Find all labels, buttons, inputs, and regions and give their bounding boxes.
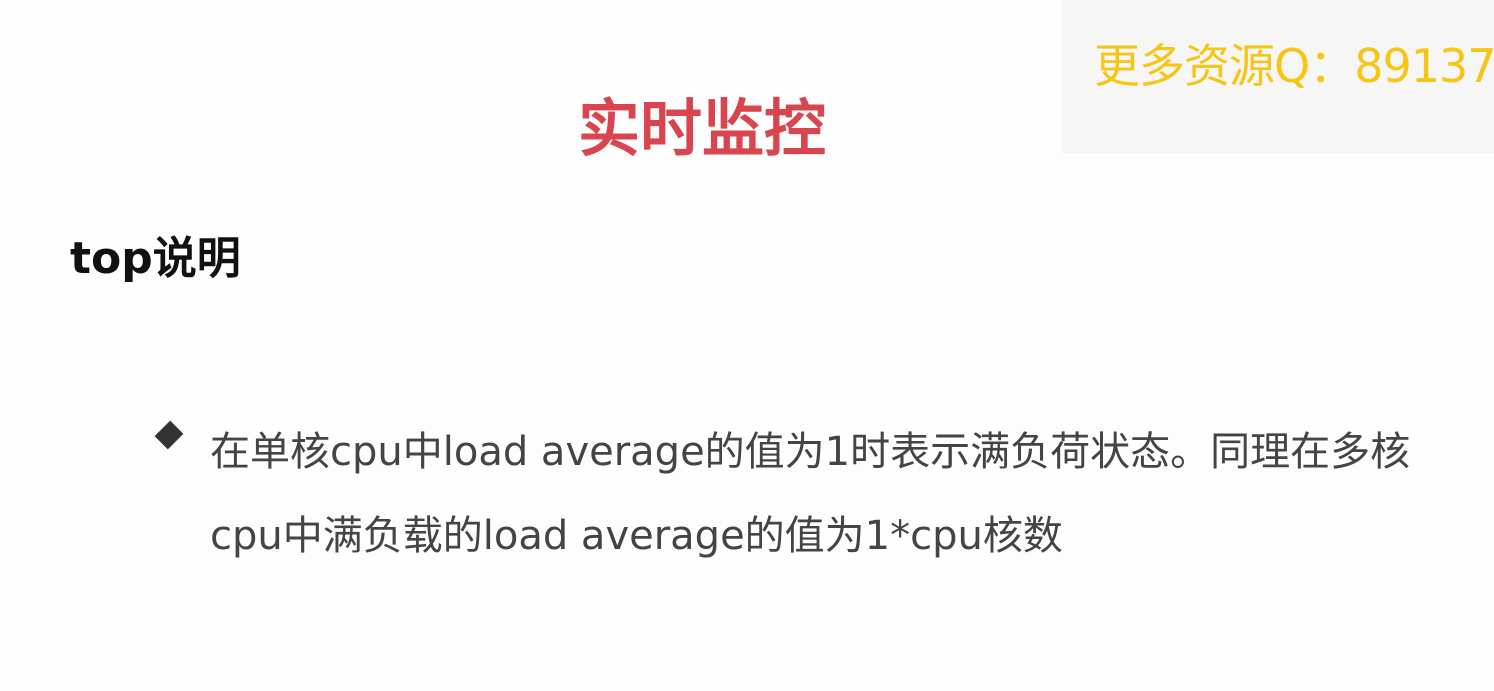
- bullet-text: 在单核cpu中load average的值为1时表示满负荷状态。同理在多核cpu…: [210, 429, 1411, 559]
- slide-subtitle: top说明: [70, 233, 241, 284]
- slide-title: 实时监控: [577, 92, 826, 165]
- diamond-bullet-icon: [154, 420, 184, 450]
